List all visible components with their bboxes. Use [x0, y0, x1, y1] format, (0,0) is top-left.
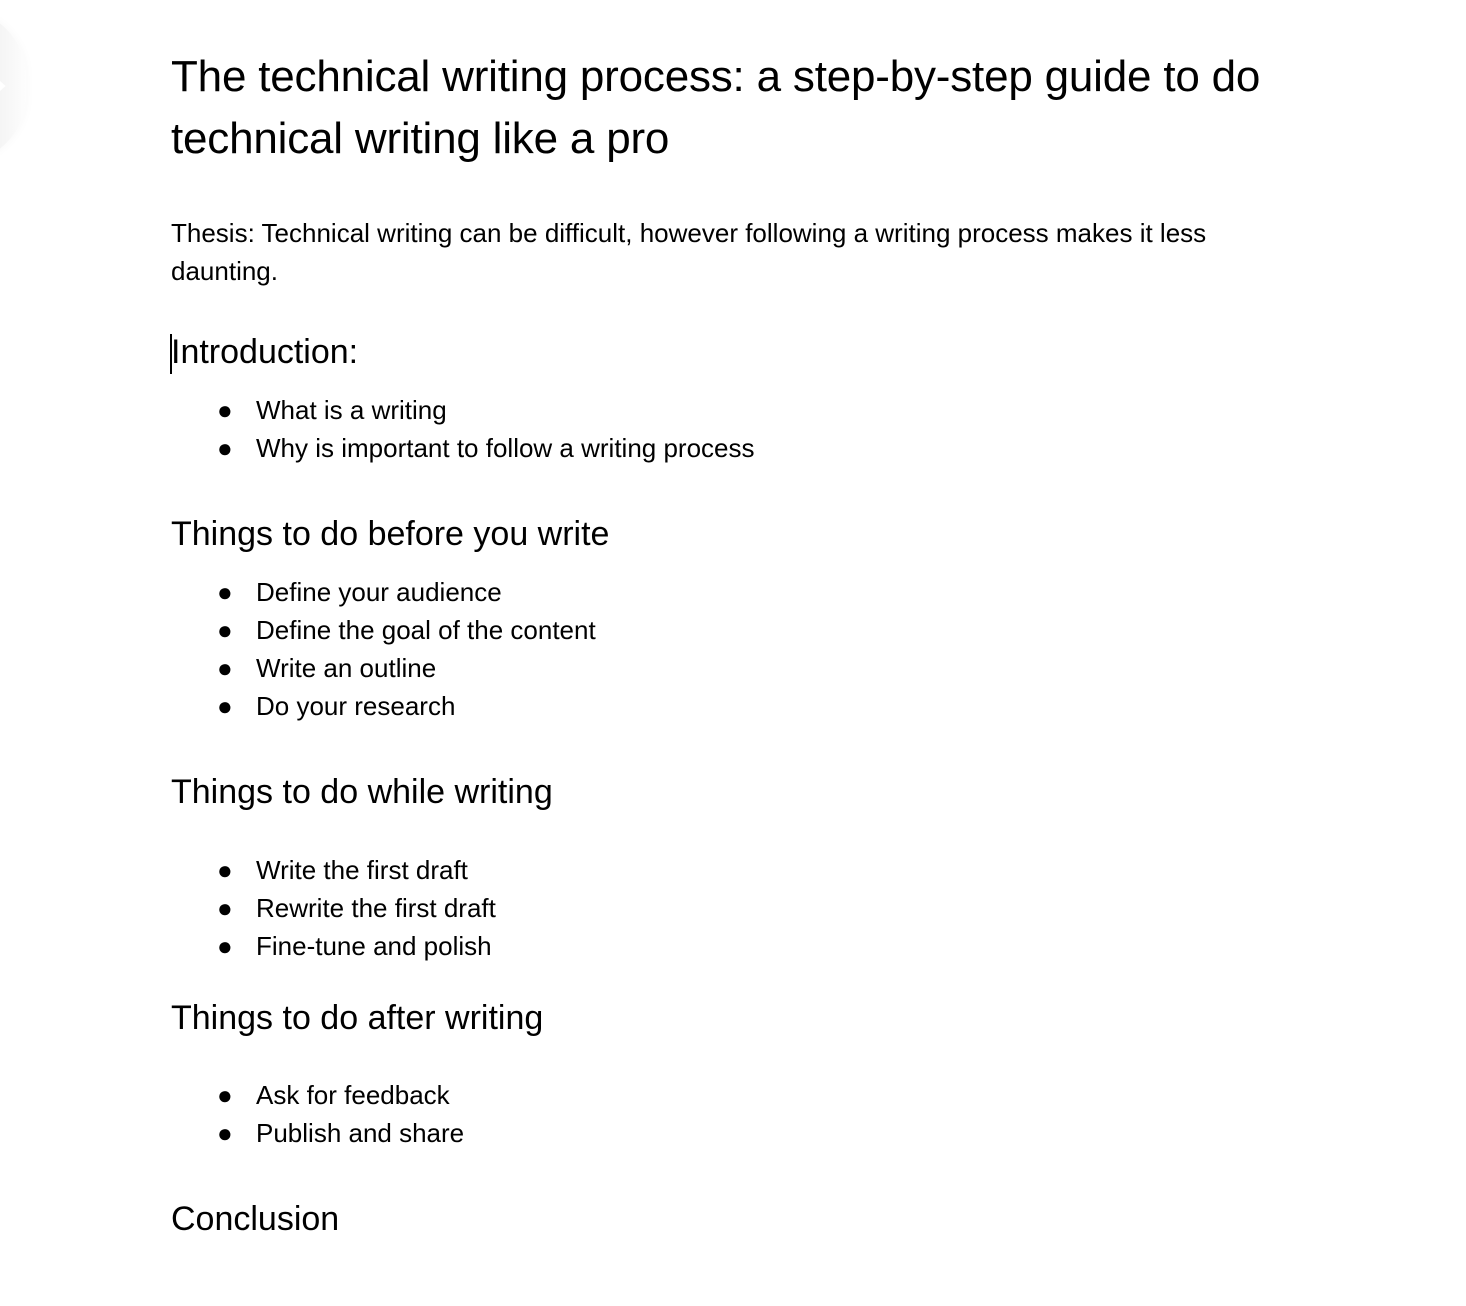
list-item-label: Define the goal of the content	[256, 614, 596, 645]
list-item-label: Ask for feedback	[256, 1080, 450, 1111]
bullet-list-before-writing: ● Define your audience ● Define the goal…	[171, 574, 1283, 726]
list-item-label: Write an outline	[256, 652, 437, 683]
section-heading-label: Things to do while writing	[171, 772, 553, 811]
list-item: ● Rewrite the first draft	[171, 890, 1283, 928]
list-item: ● Define the goal of the content	[171, 612, 1283, 650]
list-item-label: Write the first draft	[256, 854, 468, 885]
bullet-icon: ●	[217, 690, 233, 721]
list-item: ● Write an outline	[171, 650, 1283, 688]
page-title: The technical writing process: a step-by…	[171, 52, 1261, 164]
list-item: ● Fine-tune and polish	[171, 928, 1283, 966]
bullet-icon: ●	[217, 433, 233, 464]
bullet-icon: ●	[217, 577, 233, 607]
bullet-icon: ●	[217, 930, 233, 961]
list-item: ● Publish and share	[171, 1115, 1283, 1153]
document-page[interactable]: The technical writing process: a step-by…	[0, 0, 1466, 1306]
document-body[interactable]: The technical writing process: a step-by…	[170, 0, 1283, 1243]
section-heading-conclusion: Conclusion	[171, 1197, 1283, 1243]
list-item-label: What is a writing	[256, 395, 447, 426]
bullet-icon: ●	[217, 395, 233, 426]
bullet-icon: ●	[217, 854, 233, 885]
list-item-label: Rewrite the first draft	[256, 892, 496, 923]
chevron-right-icon	[0, 81, 6, 91]
list-item: ● Write the first draft	[171, 852, 1283, 890]
list-item-label: Publish and share	[256, 1118, 465, 1149]
list-item: ● Why is important to follow a writing p…	[171, 430, 1283, 468]
list-item-label: Define your audience	[256, 577, 502, 607]
section-heading-label: Conclusion	[171, 1200, 340, 1239]
section-heading-introduction: Introduction:	[170, 330, 1283, 376]
section-heading-while-writing: Things to do while writing	[171, 770, 1283, 816]
list-item: ● Ask for feedback	[171, 1077, 1283, 1115]
section-heading-label: Things to do after writing	[171, 998, 544, 1037]
bullet-icon: ●	[217, 892, 233, 923]
section-heading-before-writing: Things to do before you write	[171, 512, 1283, 558]
bullet-list-after-writing: ● Ask for feedback ● Publish and share	[171, 1077, 1283, 1153]
section-heading-after-writing: Things to do after writing	[171, 996, 1283, 1042]
bullet-icon: ●	[217, 1080, 233, 1111]
section-heading-label: Things to do before you write	[171, 515, 610, 554]
section-heading-label: Introduction:	[171, 333, 359, 372]
text-caret	[170, 334, 172, 375]
list-item: ● Do your research	[171, 688, 1283, 726]
bullet-list-introduction: ● What is a writing ● Why is important t…	[171, 392, 1283, 468]
list-item: ● What is a writing	[171, 392, 1283, 430]
bullet-list-while-writing: ● Write the first draft ● Rewrite the fi…	[171, 852, 1283, 966]
list-item-label: Fine-tune and polish	[256, 930, 492, 961]
list-item-label: Do your research	[256, 690, 456, 721]
bullet-icon: ●	[217, 1118, 233, 1149]
thesis-paragraph: Thesis: Technical writing can be difficu…	[171, 217, 1207, 286]
list-item: ● Define your audience	[171, 574, 1283, 612]
bullet-icon: ●	[217, 652, 233, 683]
bullet-icon: ●	[217, 614, 233, 645]
list-item-label: Why is important to follow a writing pro…	[256, 433, 755, 464]
